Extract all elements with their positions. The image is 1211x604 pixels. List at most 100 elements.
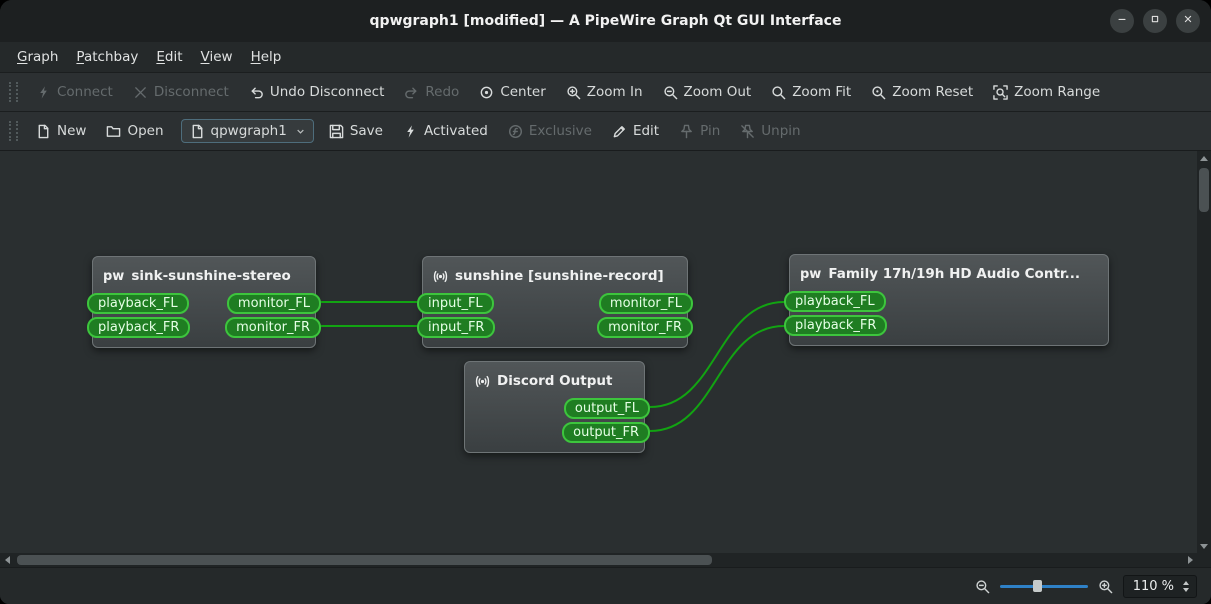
activated-toggle-label: Activated	[423, 123, 488, 139]
graph-area: pw sink-sunshine-stereo playback_FL monitor…	[0, 150, 1211, 567]
zoom-slider-handle[interactable]	[1033, 580, 1043, 592]
zoom-slider-track	[999, 585, 1088, 588]
zoom-in-icon[interactable]	[1098, 579, 1113, 594]
exclusive-toggle: Exclusive	[499, 118, 601, 144]
scroll-left-button[interactable]	[0, 553, 14, 567]
patchbay-selector-combo-label: qpwgraph1	[210, 123, 287, 139]
chevron-down-icon	[296, 127, 305, 136]
menu-patchbay[interactable]: Patchbay	[67, 45, 147, 69]
node-sink-sunshine-stereo[interactable]: pw sink-sunshine-stereo playback_FL monitor…	[87, 256, 321, 348]
file-icon	[190, 124, 205, 139]
connect-button: Connect	[27, 79, 122, 105]
center-icon	[479, 85, 494, 100]
maximize-button[interactable]	[1143, 9, 1167, 33]
audio-node-icon	[433, 269, 448, 284]
save-button[interactable]: Save	[320, 118, 392, 144]
new-icon	[36, 124, 51, 139]
menu-edit[interactable]: Edit	[147, 45, 191, 69]
horizontal-scroll-thumb[interactable]	[17, 555, 712, 565]
port-playback_FL[interactable]: playback_FL	[784, 290, 886, 312]
activated-toggle[interactable]: Activated	[394, 118, 497, 144]
scrollbar-corner	[1197, 553, 1211, 567]
toolbar-handle[interactable]	[9, 121, 18, 141]
save-icon	[329, 124, 344, 139]
port-playback_FR[interactable]: playback_FR	[784, 314, 888, 336]
unpin-button: Unpin	[731, 118, 809, 144]
zoom-decrement-button[interactable]	[1183, 587, 1189, 592]
port-playback_FR[interactable]: playback_FR	[87, 316, 191, 338]
toolbar-graph: Connect Disconnect Undo Disconnect Redo Cent…	[0, 72, 1211, 111]
statusbar: 110 %	[0, 567, 1211, 604]
window-controls	[1110, 9, 1200, 33]
zoom-spinbox[interactable]: 110 %	[1122, 574, 1197, 598]
titlebar[interactable]: qpwgraph1 [modified] — A PipeWire Graph …	[0, 0, 1211, 42]
zoom-reset-button[interactable]: Zoom Reset	[862, 79, 982, 105]
port-monitor_FR[interactable]: monitor_FR	[597, 316, 693, 338]
open-button[interactable]: Open	[97, 118, 172, 144]
node-sunshine[interactable]: sunshine [sunshine-record] input_FL monito…	[417, 256, 693, 348]
exclusive-icon	[508, 124, 523, 139]
vertical-scroll-track[interactable]	[1197, 165, 1211, 539]
audio-node-icon	[475, 374, 490, 389]
zoom-fit-icon	[771, 85, 786, 100]
undo-disconnect-button-label: Undo Disconnect	[269, 84, 385, 100]
port-monitor_FL[interactable]: monitor_FL	[226, 292, 321, 314]
minimize-button[interactable]	[1110, 9, 1134, 33]
port-output_FL[interactable]: output_FL	[563, 397, 650, 419]
zoom-fit-button[interactable]: Zoom Fit	[762, 79, 860, 105]
connect-button-label: Connect	[57, 84, 113, 100]
minimize-icon	[1116, 13, 1128, 29]
zoom-out-icon[interactable]	[975, 579, 990, 594]
port-monitor_FL[interactable]: monitor_FL	[598, 292, 693, 314]
center-button-label: Center	[500, 84, 546, 100]
zoom-out-button[interactable]: Zoom Out	[654, 79, 761, 105]
wires	[321, 300, 785, 432]
port-input_FL[interactable]: input_FL	[417, 292, 494, 314]
menu-view[interactable]: View	[192, 45, 242, 69]
node-discord-output[interactable]: Discord Output output_FL output_FR	[464, 361, 650, 453]
port-input_FR[interactable]: input_FR	[417, 316, 496, 338]
undo-icon	[249, 85, 264, 100]
new-button[interactable]: New	[27, 118, 95, 144]
menu-help[interactable]: Help	[242, 45, 291, 69]
horizontal-scroll-track[interactable]	[14, 553, 1183, 567]
zoom-out-button-label: Zoom Out	[683, 84, 752, 100]
patchbay-selector-combo[interactable]: qpwgraph1	[180, 119, 314, 143]
maximize-icon	[1149, 13, 1161, 29]
unpin-icon	[740, 124, 755, 139]
exclusive-toggle-label: Exclusive	[528, 123, 592, 139]
port-output_FR[interactable]: output_FR	[562, 421, 650, 443]
menubar: Graph Patchbay Edit View Help	[0, 42, 1211, 72]
undo-disconnect-button[interactable]: Undo Disconnect	[240, 79, 394, 105]
close-button[interactable]	[1176, 9, 1200, 33]
node-family-hd-audio[interactable]: pw Family 17h/19h HD Audio Contr... playba…	[784, 254, 1109, 346]
zoom-slider[interactable]	[999, 579, 1088, 593]
zoom-in-button-label: Zoom In	[586, 84, 643, 100]
edit-toggle-label: Edit	[632, 123, 660, 139]
center-button[interactable]: Center	[470, 79, 554, 105]
redo-icon	[404, 85, 419, 100]
node-header: sunshine [sunshine-record]	[423, 263, 687, 289]
unpin-button-label: Unpin	[761, 123, 801, 139]
scroll-up-button[interactable]	[1197, 151, 1211, 165]
vertical-scroll-thumb[interactable]	[1199, 168, 1209, 212]
menu-graph[interactable]: Graph	[8, 45, 67, 69]
zoom-increment-button[interactable]	[1183, 580, 1189, 585]
port-monitor_FR[interactable]: monitor_FR	[225, 316, 321, 338]
edit-toggle[interactable]: Edit	[603, 118, 668, 144]
zoom-range-button[interactable]: Zoom Range	[984, 79, 1109, 105]
disconnect-icon	[133, 85, 148, 100]
zoom-reset-icon	[871, 85, 886, 100]
scroll-right-button[interactable]	[1183, 553, 1197, 567]
canvas[interactable]: pw sink-sunshine-stereo playback_FL monitor…	[0, 151, 1197, 553]
horizontal-scrollbar[interactable]	[0, 553, 1197, 567]
port-playback_FL[interactable]: playback_FL	[87, 292, 189, 314]
new-button-label: New	[57, 123, 87, 139]
scroll-down-button[interactable]	[1197, 539, 1211, 553]
vertical-scrollbar[interactable]	[1197, 151, 1211, 553]
zoom-in-button[interactable]: Zoom In	[557, 79, 652, 105]
zoom-spin-arrows	[1181, 580, 1191, 593]
toolbar-handle[interactable]	[9, 82, 18, 102]
redo-button: Redo	[395, 79, 468, 105]
disconnect-button: Disconnect	[124, 79, 238, 105]
